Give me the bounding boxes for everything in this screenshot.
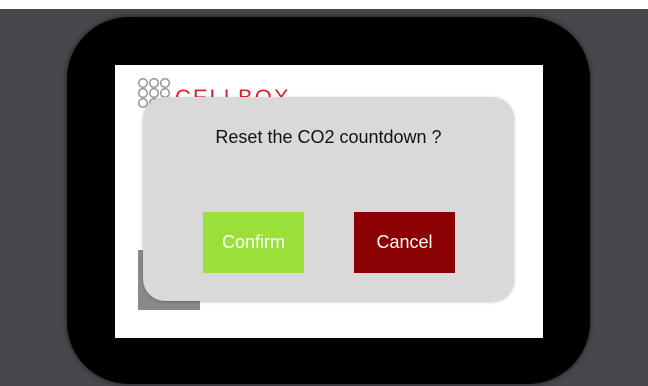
dialog-message: Reset the CO2 countdown ? (215, 127, 442, 147)
cancel-button[interactable]: Cancel (354, 212, 455, 273)
confirm-button[interactable]: Confirm (203, 212, 304, 273)
reset-co2-dialog: Reset the CO2 countdown ? Confirm Cancel (143, 97, 514, 301)
